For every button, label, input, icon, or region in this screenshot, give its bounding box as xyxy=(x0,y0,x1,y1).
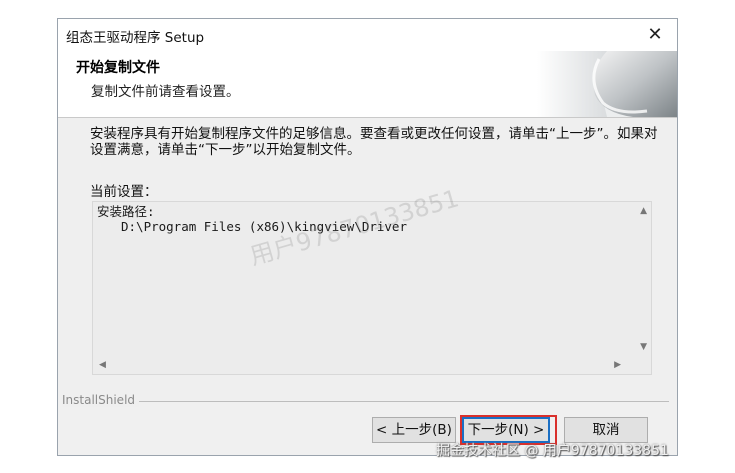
footer-divider: InstallShield xyxy=(58,391,677,411)
footer-watermark: 掘金技术社区 @ 用户97870133851 xyxy=(436,443,669,459)
wizard-header: 开始复制文件 复制文件前请查看设置。 xyxy=(58,51,677,118)
scroll-up-icon[interactable]: ▲ xyxy=(640,206,647,216)
installshield-brand: InstallShield xyxy=(62,393,140,407)
page-subtitle: 复制文件前请查看设置。 xyxy=(91,84,240,100)
window-title: 组态王驱动程序 Setup xyxy=(66,30,205,46)
description-text: 安装程序具有开始复制程序文件的足够信息。要查看或更改任何设置，请单击“上一步”。… xyxy=(90,126,658,158)
scroll-down-icon[interactable]: ▼ xyxy=(640,342,647,352)
wizard-body: 安装程序具有开始复制程序文件的足够信息。要查看或更改任何设置，请单击“上一步”。… xyxy=(58,118,677,400)
page-curl-graphic xyxy=(537,51,677,117)
scroll-right-icon[interactable]: ▶ xyxy=(614,360,621,370)
divider-line xyxy=(138,401,669,402)
close-button[interactable]: ✕ xyxy=(633,19,677,51)
current-settings-label: 当前设置： xyxy=(90,184,158,200)
page-title: 开始复制文件 xyxy=(76,60,160,76)
scroll-left-icon[interactable]: ◀ xyxy=(99,360,106,370)
title-bar: 组态王驱动程序 Setup ✕ xyxy=(58,19,677,51)
